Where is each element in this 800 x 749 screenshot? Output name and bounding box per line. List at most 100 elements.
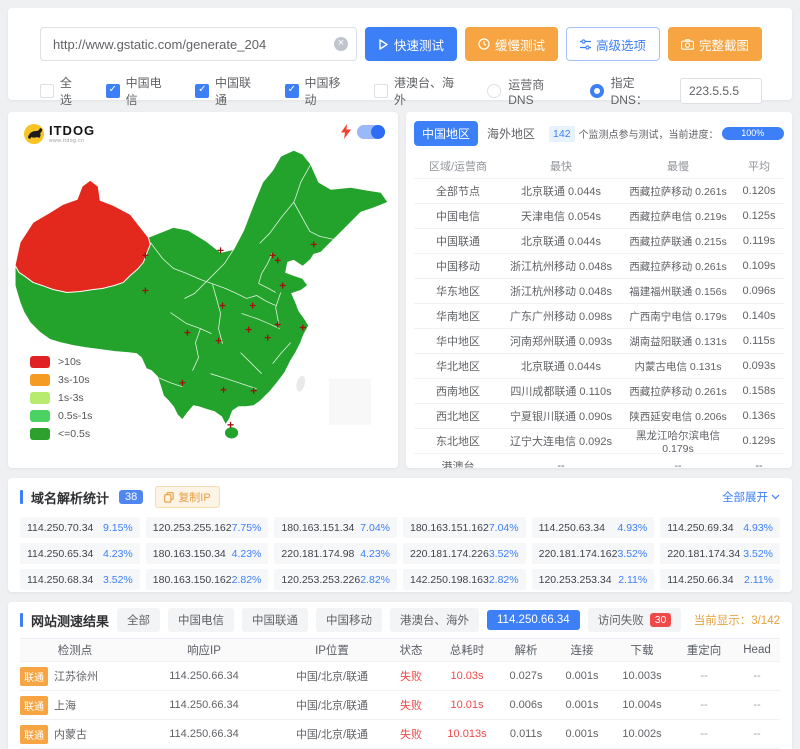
radio-custom-dns-label: 指定DNS： xyxy=(611,74,671,108)
display-count: 当前显示：3/142 xyxy=(694,612,780,628)
filter-failed-label: 访问失败 xyxy=(598,612,644,628)
copy-ip-button[interactable]: 复制IP xyxy=(155,486,219,508)
results-title: 网站测速结果 xyxy=(31,611,109,630)
legend-swatch-red xyxy=(30,356,50,368)
test-config-card: 快速测试 缓慢测试 高级选项 完整截图 全选 中国电信 中国联通 xyxy=(8,8,792,100)
checkbox-overseas[interactable]: 港澳台、海外 xyxy=(374,74,465,108)
clock-icon xyxy=(478,38,490,50)
checkbox-select-all[interactable]: 全选 xyxy=(40,74,84,108)
radio-isp-dns-label: 运营商DNS xyxy=(508,76,568,107)
advanced-options-label: 高级选项 xyxy=(596,35,646,54)
legend-item: 1s-3s xyxy=(30,392,92,404)
ip-cell[interactable]: 114.250.63.344.93% xyxy=(532,517,655,538)
isp-badge: 联通 xyxy=(20,725,48,744)
quick-test-button[interactable]: 快速测试 xyxy=(365,27,457,61)
legend-label: <=0.5s xyxy=(58,428,90,440)
ip-cell[interactable]: 120.253.253.2262.82% xyxy=(274,569,397,590)
legend-swatch-lightgreen xyxy=(30,392,50,404)
status-failed: 失败 xyxy=(386,726,436,742)
filter-china-unicom[interactable]: 中国联通 xyxy=(242,608,308,632)
result-row: 联通上海 114.250.66.34 中国/北京/联通 失败 10.01s 0.… xyxy=(20,691,780,720)
checkbox-china-mobile[interactable]: 中国移动 xyxy=(285,74,352,108)
legend-item: <=0.5s xyxy=(30,428,92,440)
ip-cell[interactable]: 220.181.174.1623.52% xyxy=(532,543,655,564)
checkbox-label: 中国移动 xyxy=(305,74,353,108)
region-row: 西南地区四川成都联通 0.110s西藏拉萨移动 0.261s0.158s xyxy=(414,379,784,404)
filter-china-mobile[interactable]: 中国移动 xyxy=(316,608,382,632)
region-row: 华北地区北京联通 0.044s内蒙古电信 0.131s0.093s xyxy=(414,354,784,379)
status-failed: 失败 xyxy=(386,697,436,713)
camera-icon xyxy=(681,39,694,50)
region-row: 华南地区广东广州移动 0.098s广西南宁电信 0.179s0.140s xyxy=(414,304,784,329)
filter-china-telecom[interactable]: 中国电信 xyxy=(168,608,234,632)
radio-isp-dns[interactable] xyxy=(487,84,501,98)
ip-cell[interactable]: 180.163.150.1622.82% xyxy=(146,569,269,590)
filter-overseas[interactable]: 港澳台、海外 xyxy=(390,608,479,632)
node-name: 江苏徐州 xyxy=(54,668,98,684)
speed-results-card: 网站测速结果 全部 中国电信 中国联通 中国移动 港澳台、海外 114.250.… xyxy=(8,602,792,749)
copy-ip-label: 复制IP xyxy=(178,489,210,505)
ip-cell[interactable]: 220.181.174.984.23% xyxy=(274,543,397,564)
ip-cell[interactable]: 180.163.151.1627.04% xyxy=(403,517,526,538)
tab-overseas-region[interactable]: 海外地区 xyxy=(487,125,535,142)
checkbox-china-telecom[interactable]: 中国电信 xyxy=(106,74,173,108)
results-table-header: 检测点 响应IP IP位置 状态 总耗时 解析 连接 下载 重定向 Head xyxy=(20,638,780,662)
url-input[interactable] xyxy=(40,27,357,61)
radio-custom-dns[interactable] xyxy=(590,84,604,98)
dns-count-badge: 38 xyxy=(119,490,143,504)
results-table: 检测点 响应IP IP位置 状态 总耗时 解析 连接 下载 重定向 Head 联… xyxy=(20,638,780,749)
slow-test-label: 缓慢测试 xyxy=(495,35,545,54)
filter-active-ip[interactable]: 114.250.66.34 xyxy=(487,610,580,630)
region-row: 全部节点北京联通 0.044s西藏拉萨移动 0.261s0.120s xyxy=(414,179,784,204)
logo-subtitle: www.itdog.cn xyxy=(49,139,95,144)
ip-cell[interactable]: 120.253.253.342.11% xyxy=(532,569,655,590)
itdog-dog-icon xyxy=(23,123,45,145)
tab-china-region[interactable]: 中国地区 xyxy=(414,121,478,146)
fail-count-badge: 30 xyxy=(650,613,672,627)
quick-test-label: 快速测试 xyxy=(394,35,444,54)
region-table-header: 区域/运营商 最快 最慢 平均 xyxy=(414,153,784,179)
full-screenshot-label: 完整截图 xyxy=(699,35,749,54)
ip-cell[interactable]: 114.250.65.344.23% xyxy=(20,543,140,564)
region-row: 东北地区辽宁大连电信 0.092s黑龙江哈尔滨电信 0.179s0.129s xyxy=(414,429,784,454)
legend-swatch-orange xyxy=(30,374,50,386)
ip-distribution-grid: 114.250.70.349.15% 120.253.255.1627.75% … xyxy=(20,517,780,590)
advanced-options-button[interactable]: 高级选项 xyxy=(566,27,660,61)
checkbox-label: 全选 xyxy=(60,74,84,108)
chevron-down-icon xyxy=(771,494,780,500)
ip-cell[interactable]: 114.250.66.342.11% xyxy=(660,569,780,590)
lightning-icon[interactable] xyxy=(341,124,351,139)
filter-all[interactable]: 全部 xyxy=(117,608,160,632)
ip-cell[interactable]: 220.181.174.343.52% xyxy=(660,543,780,564)
ip-cell[interactable]: 180.163.151.347.04% xyxy=(274,517,397,538)
ip-cell[interactable]: 142.250.198.1632.82% xyxy=(403,569,526,590)
region-stats-card: 中国地区 海外地区 142 个监测点参与测试，当前进度： 100% 区域/运营商… xyxy=(406,112,792,468)
filter-failed[interactable]: 访问失败 30 xyxy=(588,608,682,632)
legend-label: 1s-3s xyxy=(58,392,84,404)
expand-all-label: 全部展开 xyxy=(722,489,768,505)
full-screenshot-button[interactable]: 完整截图 xyxy=(668,27,762,61)
play-icon xyxy=(378,39,389,50)
ip-cell[interactable]: 114.250.68.343.52% xyxy=(20,569,140,590)
col-slowest: 最慢 xyxy=(620,158,736,174)
dns-stats-card: 域名解析统计 38 复制IP 全部展开 114.250.70.349.15% 1… xyxy=(8,478,792,592)
ip-cell[interactable]: 120.253.255.1627.75% xyxy=(146,517,269,538)
expand-all-button[interactable]: 全部展开 xyxy=(722,489,780,505)
checkbox-label: 中国电信 xyxy=(126,74,174,108)
section-accent-bar xyxy=(20,613,23,627)
checkbox-icon xyxy=(285,84,299,98)
ip-cell[interactable]: 180.163.150.344.23% xyxy=(146,543,269,564)
checkbox-china-unicom[interactable]: 中国联通 xyxy=(195,74,262,108)
map-mode-toggle[interactable] xyxy=(357,125,385,139)
dns-input[interactable] xyxy=(680,78,762,104)
slow-test-button[interactable]: 缓慢测试 xyxy=(465,27,558,61)
progress-bar: 100% xyxy=(722,127,784,140)
isp-badge: 联通 xyxy=(20,696,48,715)
ip-cell[interactable]: 114.250.70.349.15% xyxy=(20,517,140,538)
ip-cell[interactable]: 114.250.69.344.93% xyxy=(660,517,780,538)
status-failed: 失败 xyxy=(386,668,436,684)
legend-label: 3s-10s xyxy=(58,374,90,386)
ip-cell[interactable]: 220.181.174.2263.52% xyxy=(403,543,526,564)
clear-input-icon[interactable] xyxy=(334,37,348,51)
sliders-icon xyxy=(580,39,591,50)
